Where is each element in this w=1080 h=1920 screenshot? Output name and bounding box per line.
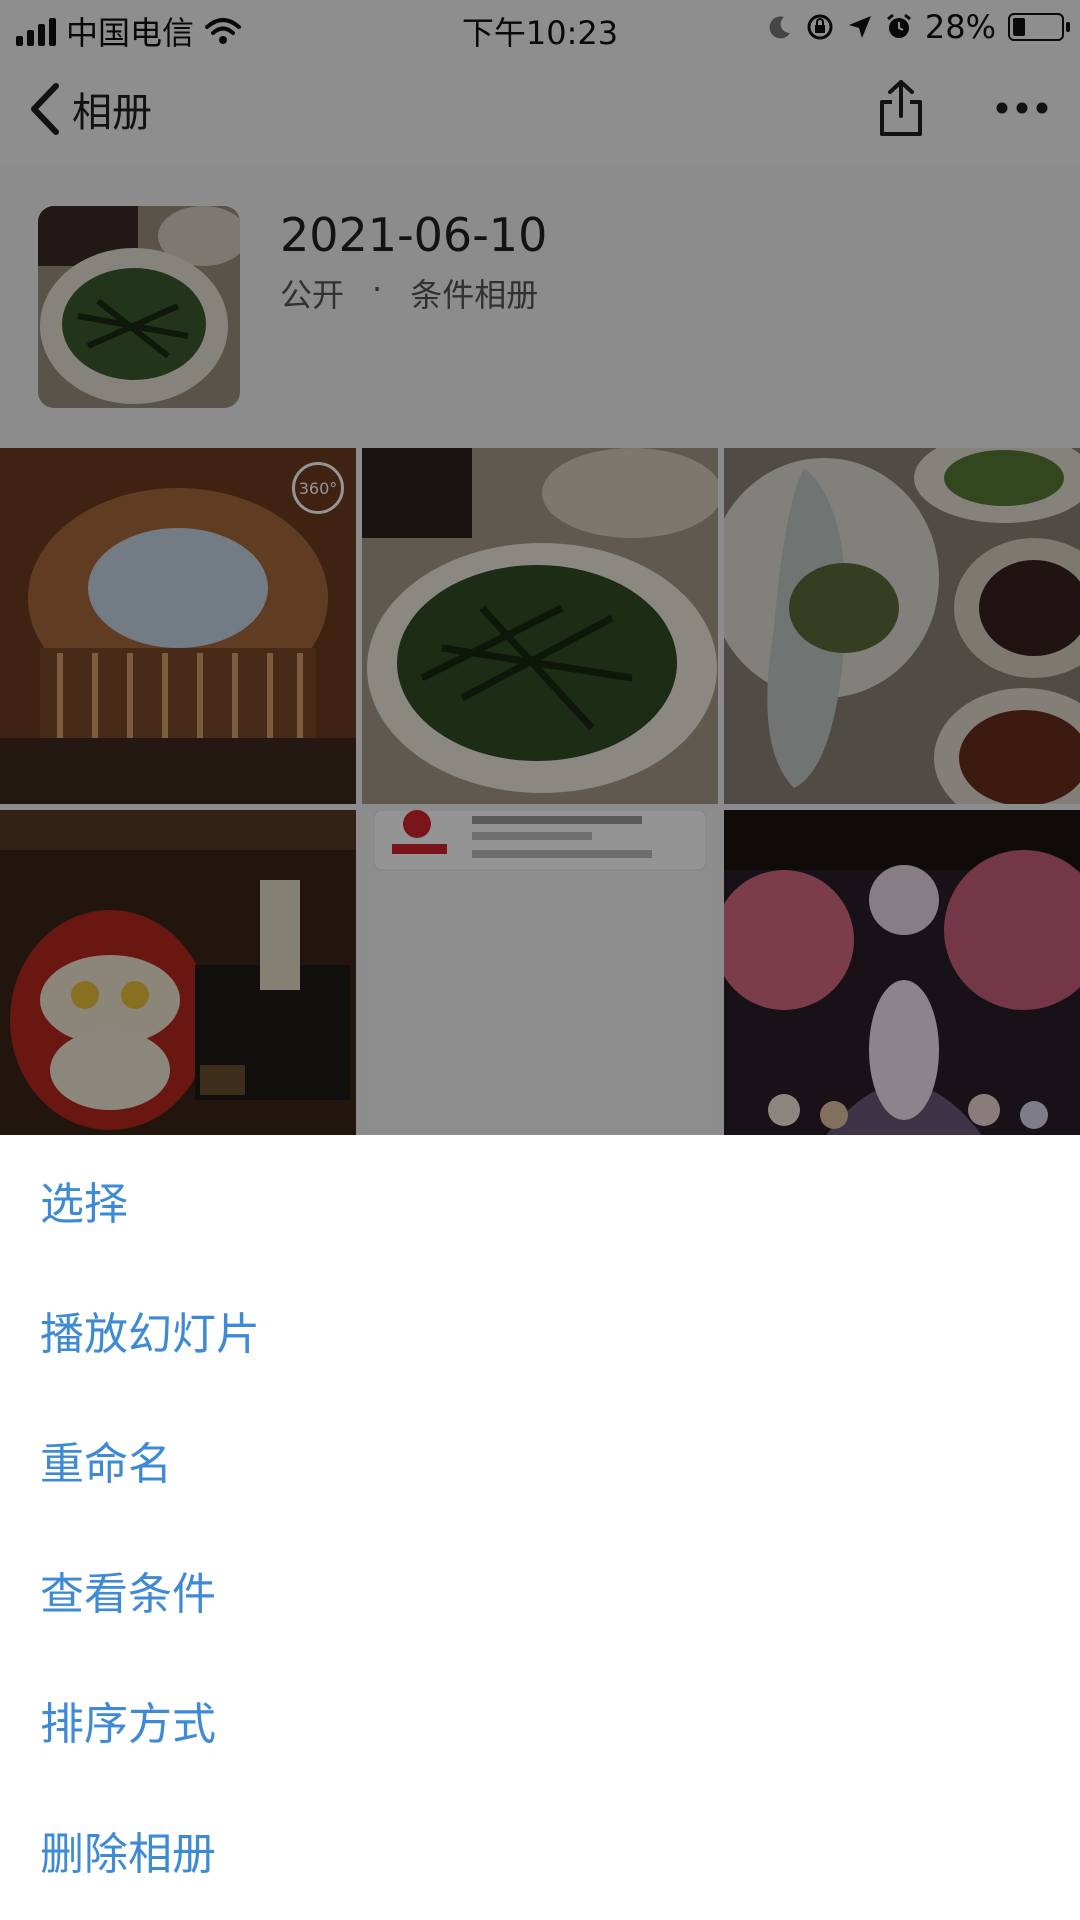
action-play-slideshow[interactable]: 播放幻灯片 [0,1265,1080,1395]
photo-album-screen: 中国电信 下午10:23 28% 相册 2021-06-10 公开 · 条件相册… [0,0,1080,1920]
action-view-conditions[interactable]: 查看条件 [0,1525,1080,1655]
action-select[interactable]: 选择 [0,1135,1080,1265]
dim-overlay[interactable] [0,0,1080,1135]
action-delete-album[interactable]: 删除相册 [0,1785,1080,1915]
action-sheet: 选择 播放幻灯片 重命名 查看条件 排序方式 删除相册 [0,1135,1080,1920]
action-sort-order[interactable]: 排序方式 [0,1655,1080,1785]
action-rename[interactable]: 重命名 [0,1395,1080,1525]
